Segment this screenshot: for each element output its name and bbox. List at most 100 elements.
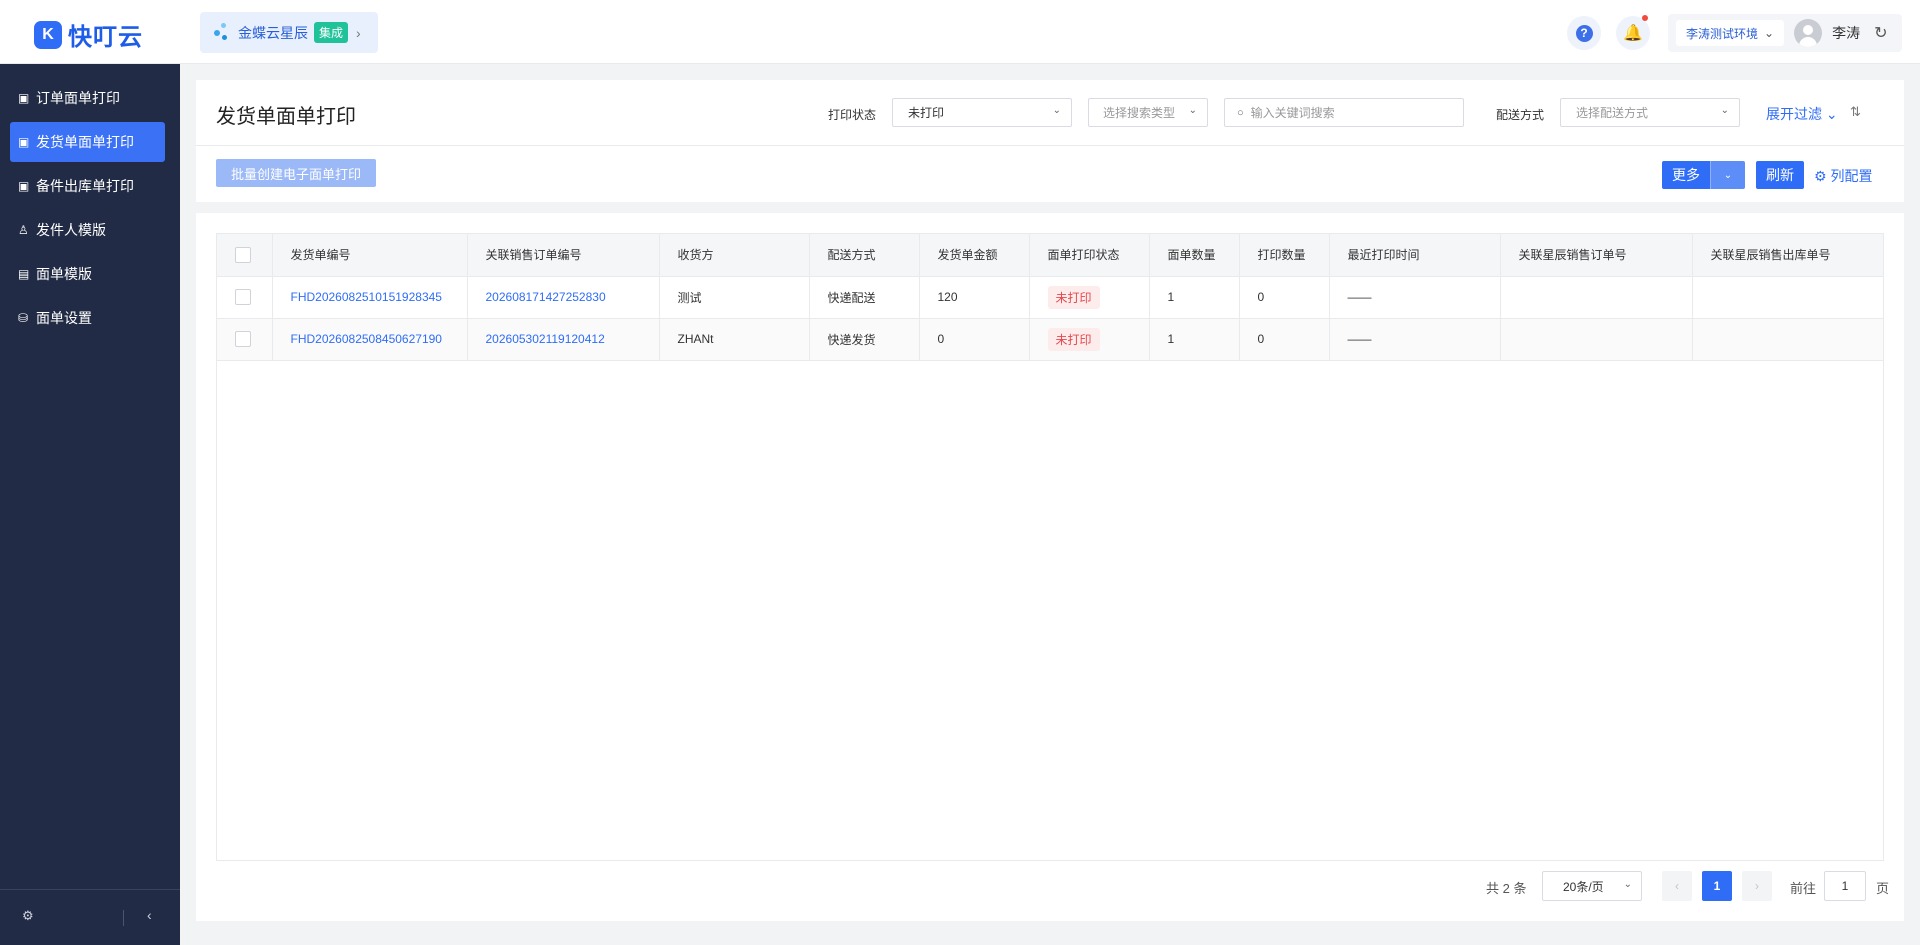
sidebar-footer: ⚙ ‹	[0, 889, 180, 945]
user-icon: ♙	[18, 223, 29, 237]
expand-filter-link[interactable]: 展开过滤 ⌄	[1766, 104, 1838, 124]
xc-outbound-cell	[1692, 276, 1883, 319]
environment-name: 李涛测试环境	[1686, 26, 1759, 41]
sidebar-item-label: 发件人模版	[36, 222, 106, 238]
print-qty-cell: 0	[1239, 276, 1330, 319]
sidebar-item-parts-outbound-print[interactable]: ▣ 备件出库单打印	[10, 166, 165, 206]
sales-order-link[interactable]: 202608171427252830	[467, 276, 660, 319]
sidebar-item-sender-template[interactable]: ♙ 发件人模版	[10, 210, 165, 250]
app-dots-icon	[214, 22, 230, 43]
notification-button[interactable]: 🔔	[1616, 15, 1650, 50]
print-status-label: 打印状态	[828, 108, 877, 122]
delivery-method-select[interactable]: 选择配送方式 ⌄	[1560, 98, 1740, 127]
xc-sales-order-cell	[1500, 276, 1693, 319]
user-name[interactable]: 李涛	[1832, 23, 1860, 43]
label-qty-cell: 1	[1149, 318, 1240, 361]
column-header: 面单数量	[1149, 234, 1240, 277]
column-header: 收货方	[659, 234, 810, 277]
delivery-method-label: 配送方式	[1496, 108, 1545, 122]
chevron-right-icon: ›	[356, 24, 361, 41]
avatar[interactable]	[1794, 19, 1823, 47]
chevron-down-icon: ⌄	[1720, 105, 1729, 116]
sidebar-item-label: 订单面单打印	[36, 90, 120, 106]
help-icon: ?	[1575, 24, 1593, 42]
search-type-placeholder: 选择搜索类型	[1103, 106, 1176, 120]
last-print-time-cell: ——	[1329, 318, 1501, 361]
receiver-cell: ZHANt	[659, 318, 810, 361]
sidebar-item-shipment-label-print[interactable]: ▣ 发货单面单打印	[10, 122, 165, 162]
print-status-select[interactable]: 未打印 ⌄	[892, 98, 1072, 127]
row-select-cell	[217, 318, 273, 361]
page-number-button[interactable]: 1	[1702, 871, 1732, 901]
user-panel: 李涛测试环境 ⌄ 李涛 ↻	[1668, 14, 1902, 52]
amount-cell: 120	[919, 276, 1030, 319]
divider	[196, 145, 1904, 146]
refresh-button[interactable]: 刷新	[1756, 161, 1804, 189]
help-button[interactable]: ?	[1567, 16, 1601, 50]
more-button[interactable]: 更多	[1662, 161, 1710, 189]
sidebar-item-label-template[interactable]: ▤ 面单模版	[10, 254, 165, 294]
collapse-sidebar-icon[interactable]: ‹	[147, 907, 152, 923]
table-row[interactable]: FHD2026082508450627190 20260530211912041…	[217, 318, 1883, 361]
integration-badge: 集成	[314, 22, 349, 43]
next-page-button[interactable]: ›	[1742, 871, 1772, 901]
sidebar-item-order-label-print[interactable]: ▣ 订单面单打印	[10, 78, 165, 118]
batch-create-print-button[interactable]: 批量创建电子面单打印	[216, 159, 376, 187]
document-icon: ▤	[18, 267, 30, 281]
chevron-down-icon: ⌄	[1764, 26, 1775, 40]
sort-icon[interactable]: ⇅	[1850, 104, 1861, 120]
column-header: 发货单编号	[272, 234, 468, 277]
sales-order-link[interactable]: 202605302119120412	[467, 318, 660, 361]
label-qty-cell: 1	[1149, 276, 1240, 319]
search-type-select[interactable]: 选择搜索类型 ⌄	[1088, 98, 1208, 127]
receiver-cell: 测试	[659, 276, 810, 319]
row-checkbox[interactable]	[235, 331, 251, 347]
chevron-left-icon: ‹	[1675, 879, 1679, 893]
delivery-method-cell: 快递发货	[809, 318, 920, 361]
sidebar-item-label-settings[interactable]: ⛁ 面单设置	[10, 298, 165, 338]
select-all-checkbox[interactable]	[235, 246, 251, 263]
page-size-select[interactable]: 20条/页 ⌄	[1542, 871, 1642, 901]
brand-logo[interactable]: K 快叮云	[34, 17, 143, 52]
chevron-down-icon: ⌄	[1623, 879, 1632, 890]
page-title: 发货单面单打印	[216, 106, 356, 128]
gear-icon[interactable]: ⚙	[22, 908, 34, 924]
column-header: 关联星辰销售订单号	[1500, 234, 1693, 277]
table-header-row: 发货单编号 关联销售订单编号 收货方 配送方式 发货单金额 面单打印状态 面单数…	[217, 234, 1883, 277]
row-checkbox[interactable]	[235, 289, 251, 305]
gear-icon: ⚙	[1814, 168, 1827, 184]
shipment-number-link[interactable]: FHD2026082508450627190	[272, 318, 468, 361]
shipment-number-link[interactable]: FHD2026082510151928345	[272, 276, 468, 319]
prev-page-button[interactable]: ‹	[1662, 871, 1692, 901]
goto-page-input[interactable]: 1	[1824, 871, 1866, 901]
xc-sales-order-cell	[1500, 318, 1693, 361]
keyword-search-input[interactable]: ○ 输入关键词搜索	[1224, 98, 1464, 127]
refresh-icon[interactable]: ↻	[1874, 23, 1887, 43]
chevron-down-icon: ⌄	[1052, 105, 1061, 116]
sidebar-item-label: 发货单面单打印	[36, 134, 134, 150]
app-switcher[interactable]: 金蝶云星辰 集成 ›	[200, 12, 378, 53]
chevron-down-icon: ⌄	[1723, 169, 1733, 181]
column-config-button[interactable]: ⚙ 列配置	[1814, 166, 1872, 186]
sidebar: ▣ 订单面单打印 ▣ 发货单面单打印 ▣ 备件出库单打印 ♙ 发件人模版 ▤ 面…	[0, 64, 180, 945]
environment-select[interactable]: 李涛测试环境 ⌄	[1676, 20, 1785, 46]
page-unit-label: 页	[1876, 881, 1890, 896]
delivery-method-cell: 快递配送	[809, 276, 920, 319]
last-print-time-cell: ——	[1329, 276, 1501, 319]
table-row[interactable]: FHD2026082510151928345 20260817142725283…	[217, 276, 1883, 319]
print-qty-cell: 0	[1239, 318, 1330, 361]
print-status-cell: 未打印	[1029, 276, 1150, 319]
app-name: 金蝶云星辰	[238, 24, 308, 41]
bell-icon: 🔔	[1623, 25, 1643, 42]
top-right-tools: ? 🔔 李涛测试环境 ⌄ 李涛 ↻	[1552, 14, 1902, 52]
table-card: 发货单编号 关联销售订单编号 收货方 配送方式 发货单金额 面单打印状态 面单数…	[196, 213, 1904, 921]
delivery-placeholder: 选择配送方式	[1576, 106, 1649, 120]
more-dropdown-toggle[interactable]: ⌄	[1710, 161, 1745, 189]
print-status-value: 未打印	[908, 106, 945, 120]
column-header: 配送方式	[809, 234, 920, 277]
search-icon: ○	[1237, 106, 1244, 119]
printer-icon: ▣	[18, 179, 30, 193]
column-header: 面单打印状态	[1029, 234, 1150, 277]
data-table: 发货单编号 关联销售订单编号 收货方 配送方式 发货单金额 面单打印状态 面单数…	[216, 233, 1884, 861]
chevron-down-icon: ⌄	[1188, 105, 1197, 116]
